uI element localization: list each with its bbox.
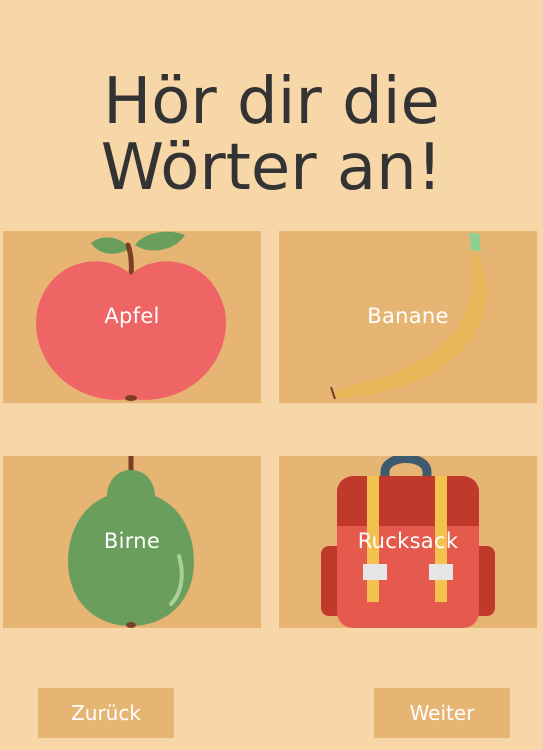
card-label-banane: Banane — [367, 304, 449, 328]
next-button[interactable]: Weiter — [374, 688, 510, 738]
page-title-line-2: Wörter an! — [100, 130, 443, 205]
back-button[interactable]: Zurück — [38, 688, 174, 738]
word-card-birne[interactable]: Birne — [3, 456, 261, 628]
word-card-banane[interactable]: Banane — [279, 231, 537, 403]
card-label-rucksack: Rucksack — [357, 529, 459, 553]
card-label-apfel: Apfel — [104, 304, 160, 328]
card-label-birne: Birne — [103, 529, 161, 553]
word-card-rucksack[interactable]: Rucksack — [279, 456, 537, 628]
page-title-line-1: Hör dir die — [103, 64, 440, 139]
word-card-apfel[interactable]: Apfel — [3, 231, 261, 403]
page-title: Hör dir die Wörter an! — [0, 69, 543, 201]
